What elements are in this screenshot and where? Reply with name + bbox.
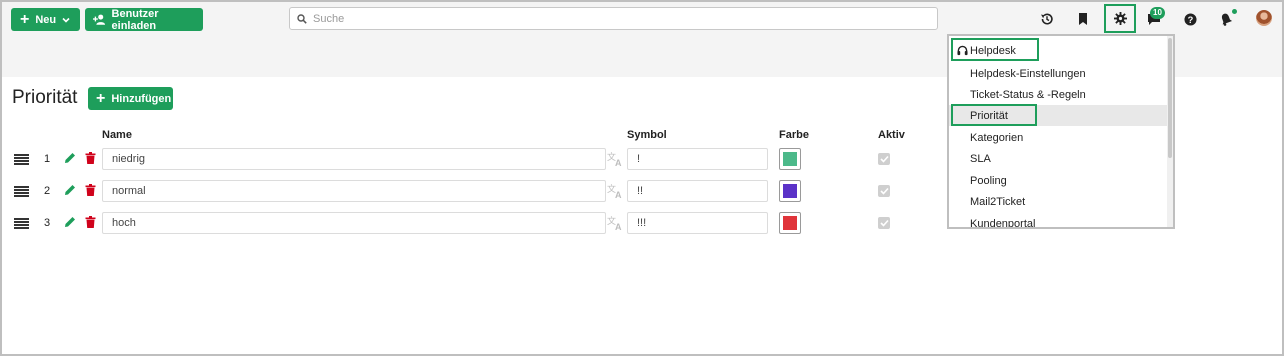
row-number: 2	[44, 185, 51, 197]
scrollbar-thumb[interactable]	[1168, 38, 1172, 158]
row-number: 3	[44, 217, 51, 229]
color-swatch	[783, 216, 797, 230]
menu-item-categories[interactable]: Kategorien	[949, 127, 1173, 148]
highlight-helpdesk	[951, 38, 1039, 61]
color-picker[interactable]	[779, 212, 801, 234]
table-row: 3 hoch 文A !!!	[0, 212, 940, 236]
search-icon	[297, 13, 307, 24]
avatar[interactable]	[1256, 10, 1272, 26]
chat-badge: 10	[1150, 7, 1165, 19]
menu-item-label: Kundenportal	[970, 217, 1036, 229]
delete-icon[interactable]	[85, 152, 96, 164]
svg-text:A: A	[615, 222, 622, 231]
menu-item-helpdesk-settings[interactable]: Helpdesk-Einstellungen	[949, 63, 1173, 84]
menu-item-customer-portal[interactable]: Kundenportal	[949, 213, 1173, 229]
color-swatch	[783, 184, 797, 198]
translate-icon[interactable]: 文A	[607, 215, 624, 231]
menu-item-label: SLA	[970, 152, 991, 165]
search-placeholder: Suche	[313, 12, 345, 25]
column-header-name: Name	[102, 129, 132, 141]
invite-user-label: Benutzer einladen	[111, 7, 159, 32]
translate-icon[interactable]: 文A	[607, 151, 624, 167]
menu-item-pooling[interactable]: Pooling	[949, 170, 1173, 191]
column-header-symbol: Symbol	[627, 129, 667, 141]
edit-icon[interactable]	[64, 152, 76, 164]
svg-text:A: A	[615, 190, 622, 199]
settings-gear-button[interactable]	[1104, 4, 1136, 33]
column-header-active: Aktiv	[878, 129, 905, 141]
color-picker[interactable]	[779, 148, 801, 170]
drag-handle-icon[interactable]	[14, 154, 29, 165]
plus-icon: +	[20, 10, 30, 28]
drag-handle-icon[interactable]	[14, 218, 29, 229]
highlight-priority	[951, 104, 1037, 126]
add-user-icon	[93, 14, 106, 25]
add-priority-button[interactable]: + Hinzufügen	[88, 87, 173, 110]
menu-item-label: Mail2Ticket	[970, 195, 1026, 208]
table-row: 2 normal 文A !!	[0, 180, 940, 204]
table-row: 1 niedrig 文A !	[0, 148, 940, 172]
invite-user-button[interactable]: Benutzer einladen	[85, 7, 203, 32]
menu-item-label: Pooling	[970, 174, 1007, 187]
menu-item-mail2ticket[interactable]: Mail2Ticket	[949, 191, 1173, 212]
chevron-down-icon	[62, 17, 70, 23]
delete-icon[interactable]	[85, 184, 96, 196]
menu-item-label: Helpdesk-Einstellungen	[970, 67, 1086, 80]
symbol-input[interactable]: !!!	[627, 212, 768, 234]
row-number: 1	[44, 153, 51, 165]
menu-item-label: Ticket-Status & -Regeln	[970, 88, 1086, 101]
edit-icon[interactable]	[64, 216, 76, 228]
translate-icon[interactable]: 文A	[607, 183, 624, 199]
notification-dot	[1232, 9, 1237, 14]
page-title: Priorität	[12, 87, 78, 108]
settings-dropdown-menu: Helpdesk Helpdesk-Einstellungen Ticket-S…	[947, 34, 1175, 229]
menu-item-ticket-status[interactable]: Ticket-Status & -Regeln	[949, 84, 1173, 105]
color-swatch	[783, 152, 797, 166]
symbol-input[interactable]: !!	[627, 180, 768, 202]
delete-icon[interactable]	[85, 216, 96, 228]
new-button[interactable]: + Neu	[11, 8, 80, 31]
plus-icon: +	[96, 89, 106, 107]
active-checkbox[interactable]	[878, 217, 890, 229]
svg-text:A: A	[615, 158, 622, 167]
name-input[interactable]: hoch	[102, 212, 606, 234]
symbol-input[interactable]: !	[627, 148, 768, 170]
gear-icon	[1113, 12, 1127, 25]
color-picker[interactable]	[779, 180, 801, 202]
help-icon[interactable]: ?	[1179, 8, 1201, 30]
drag-handle-icon[interactable]	[14, 186, 29, 197]
history-icon[interactable]	[1036, 8, 1058, 30]
bookmark-icon[interactable]	[1072, 8, 1094, 30]
search-input[interactable]: Suche	[289, 7, 938, 30]
column-header-color: Farbe	[779, 129, 809, 141]
menu-scrollbar[interactable]	[1167, 36, 1173, 227]
name-input[interactable]: niedrig	[102, 148, 606, 170]
menu-item-sla[interactable]: SLA	[949, 148, 1173, 169]
svg-text:?: ?	[1187, 14, 1193, 24]
edit-icon[interactable]	[64, 184, 76, 196]
menu-item-label: Kategorien	[970, 131, 1024, 144]
active-checkbox[interactable]	[878, 185, 890, 197]
active-checkbox[interactable]	[878, 153, 890, 165]
new-button-label: Neu	[35, 13, 57, 26]
add-button-label: Hinzufügen	[111, 92, 172, 105]
name-input[interactable]: normal	[102, 180, 606, 202]
